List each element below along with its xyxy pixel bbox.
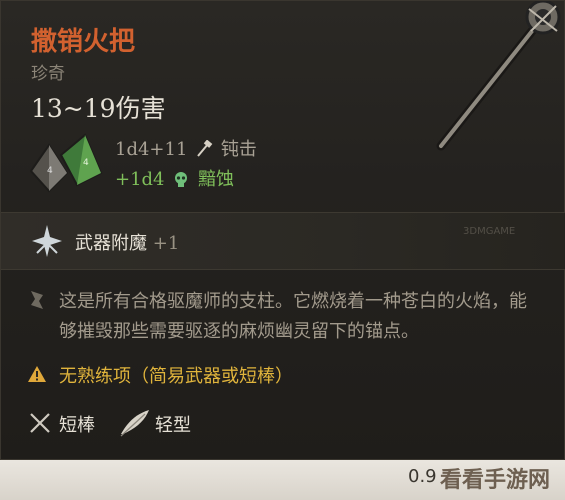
enchantment-value: +1 xyxy=(152,233,180,254)
svg-text:4: 4 xyxy=(47,166,53,176)
proficiency-warning: 无熟练项（简易武器或短棒） xyxy=(59,366,293,387)
damage-total: 13~19伤害 xyxy=(31,94,166,123)
crossed-swords-icon xyxy=(30,413,50,433)
divider xyxy=(1,269,565,270)
warning-icon xyxy=(28,366,46,382)
damage-type: 黯蚀 xyxy=(197,169,234,190)
tag-label-club: 短棒 xyxy=(59,415,95,436)
enchantment-sparkle-icon xyxy=(32,225,62,257)
torch-weapon-icon xyxy=(436,1,561,151)
site-watermark: 看看手游网 xyxy=(440,468,551,493)
damage-roll: +1d4 xyxy=(115,169,165,190)
feather-icon xyxy=(120,410,149,437)
item-description: 这是所有合格驱魔师的支柱。它燃烧着一种苍白的火焰，能够摧毁那些需要驱逐的麻烦幽灵… xyxy=(59,291,527,342)
svg-text:4: 4 xyxy=(83,158,89,168)
necrotic-skull-icon xyxy=(175,172,188,187)
damage-line-physical: 1d4+11 钝击 xyxy=(115,135,257,161)
damage-roll: 1d4+11 xyxy=(115,139,188,160)
bludgeon-icon xyxy=(197,140,213,157)
item-rarity: 珍奇 xyxy=(31,64,65,84)
tag-label-light: 轻型 xyxy=(155,415,191,436)
enchantment-label: 武器附魔 +1 xyxy=(75,229,179,255)
damage-type: 钝击 xyxy=(220,139,257,160)
small-watermark: 3DMGAME xyxy=(463,226,516,237)
item-weight-value: 0.9 xyxy=(408,466,437,487)
item-tooltip: 撒销火把 珍奇 13~19伤害 4 4 1d4+11 钝击 +1d4 黯蚀 武器… xyxy=(0,0,565,460)
dice-icon: 4 4 xyxy=(29,133,103,193)
damage-line-necrotic: +1d4 黯蚀 xyxy=(115,165,234,191)
item-name: 撒销火把 xyxy=(31,27,136,57)
enchantment-name: 武器附魔 xyxy=(75,233,147,254)
description-icon xyxy=(31,291,43,309)
